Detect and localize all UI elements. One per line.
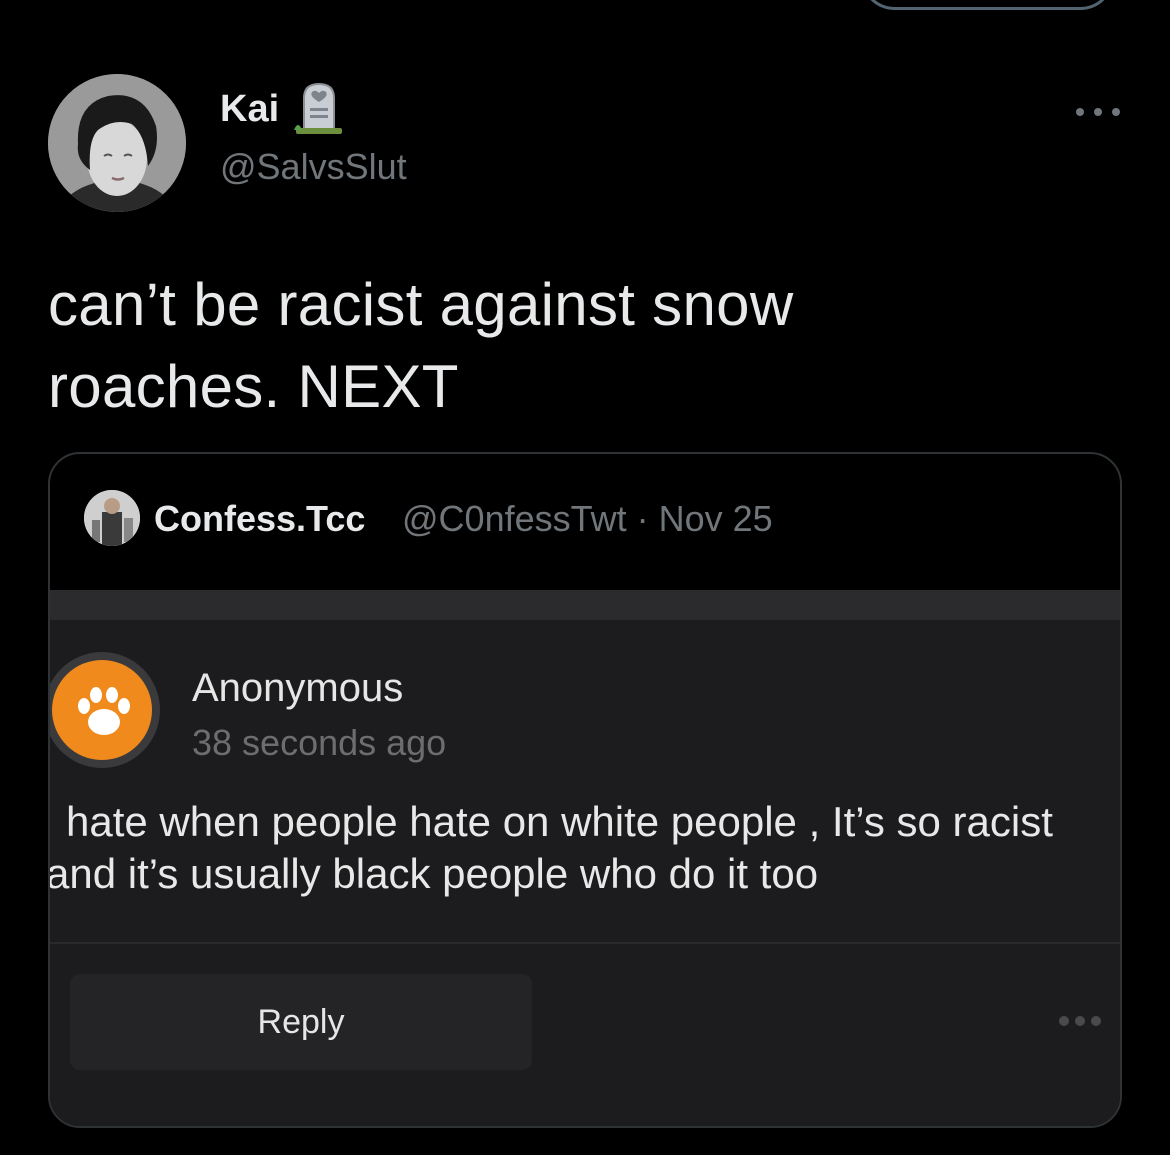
- paw-icon: [50, 652, 160, 768]
- anonymous-author: Anonymous: [192, 666, 404, 710]
- quoted-tweet-card[interactable]: Confess.Tcc @C0nfessTwt · Nov 25 Anonymo…: [48, 452, 1122, 1128]
- tweet-text: can’t be racist against snow roaches. NE…: [48, 264, 1128, 428]
- anonymous-timestamp: 38 seconds ago: [192, 722, 447, 763]
- ellipsis-icon[interactable]: [1056, 1012, 1104, 1030]
- screenshot-top-strip: [50, 590, 1120, 620]
- tweet-page: Kai @SalvsSlut can’t be racist against s…: [0, 0, 1170, 1155]
- quoted-media-screenshot[interactable]: Anonymous 38 seconds ago hate when peopl…: [48, 590, 1120, 1126]
- reply-button[interactable]: Reply: [70, 974, 532, 1070]
- tombstone-icon: [294, 82, 342, 134]
- quoted-author-handle-date[interactable]: @C0nfessTwt · Nov 25: [402, 498, 773, 540]
- confession-text-line: hate when people hate on white people , …: [66, 798, 1053, 845]
- author-handle[interactable]: @SalvsSlut: [220, 146, 407, 188]
- author-display-name[interactable]: Kai: [220, 88, 279, 131]
- follow-button-edge[interactable]: [860, 0, 1115, 10]
- screenshot-divider: [50, 942, 1120, 944]
- quoted-author-avatar-image: [84, 490, 140, 546]
- quoted-author-avatar[interactable]: [84, 490, 140, 546]
- confession-text: hate when people hate on white people , …: [48, 796, 1120, 900]
- tweet-text-line: can’t be racist against snow: [48, 271, 794, 338]
- author-avatar-image: [48, 74, 186, 212]
- more-options-icon[interactable]: [1074, 100, 1122, 124]
- confession-text-line: and it’s usually black people who do it …: [48, 850, 819, 897]
- quoted-author-name[interactable]: Confess.Tcc: [154, 498, 365, 540]
- author-avatar[interactable]: [48, 74, 186, 212]
- tweet-text-line: roaches. NEXT: [48, 353, 459, 420]
